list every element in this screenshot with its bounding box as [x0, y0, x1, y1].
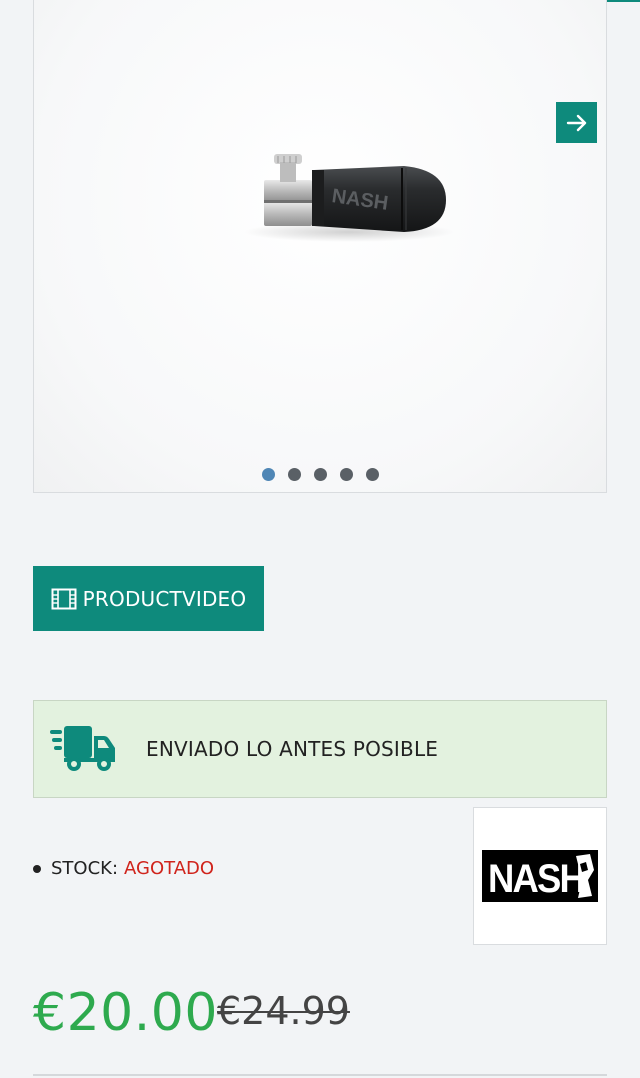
stock-label: STOCK:	[51, 858, 119, 879]
product-gallery[interactable]: NASH	[33, 0, 607, 493]
bullet-icon	[33, 864, 41, 873]
brand-logo: NASH	[482, 850, 598, 902]
gallery-dot[interactable]	[313, 468, 327, 481]
gallery-pagination	[34, 468, 606, 481]
product-video-label: PRODUCTVIDEO	[82, 586, 247, 611]
gallery-dot[interactable]	[261, 468, 275, 481]
divider	[33, 1074, 607, 1076]
stock-status: AGOTADO	[124, 858, 215, 879]
film-icon	[51, 588, 77, 609]
original-price: €24.99	[217, 989, 350, 1033]
shipping-text: ENVIADO LO ANTES POSIBLE	[146, 737, 439, 761]
product-video-button[interactable]: PRODUCTVIDEO	[33, 566, 264, 631]
product-page: NASH PRODUCTVIDEO ENVIADO LO ANTES POSIB…	[0, 0, 640, 1078]
gallery-dot[interactable]	[339, 468, 353, 481]
arrow-right-icon	[566, 114, 586, 131]
truck-icon	[50, 726, 115, 771]
brand-logo-link[interactable]: NASH	[473, 807, 607, 945]
stock-info: STOCK: AGOTADO	[33, 858, 214, 879]
current-price: €20.00	[33, 983, 218, 1043]
shipping-info-box: ENVIADO LO ANTES POSIBLE	[33, 700, 607, 798]
brand-name: NASH	[488, 857, 584, 901]
gallery-dot[interactable]	[287, 468, 301, 481]
gallery-dot[interactable]	[365, 468, 379, 481]
product-image: NASH	[244, 154, 454, 242]
gallery-next-button[interactable]	[556, 102, 597, 143]
